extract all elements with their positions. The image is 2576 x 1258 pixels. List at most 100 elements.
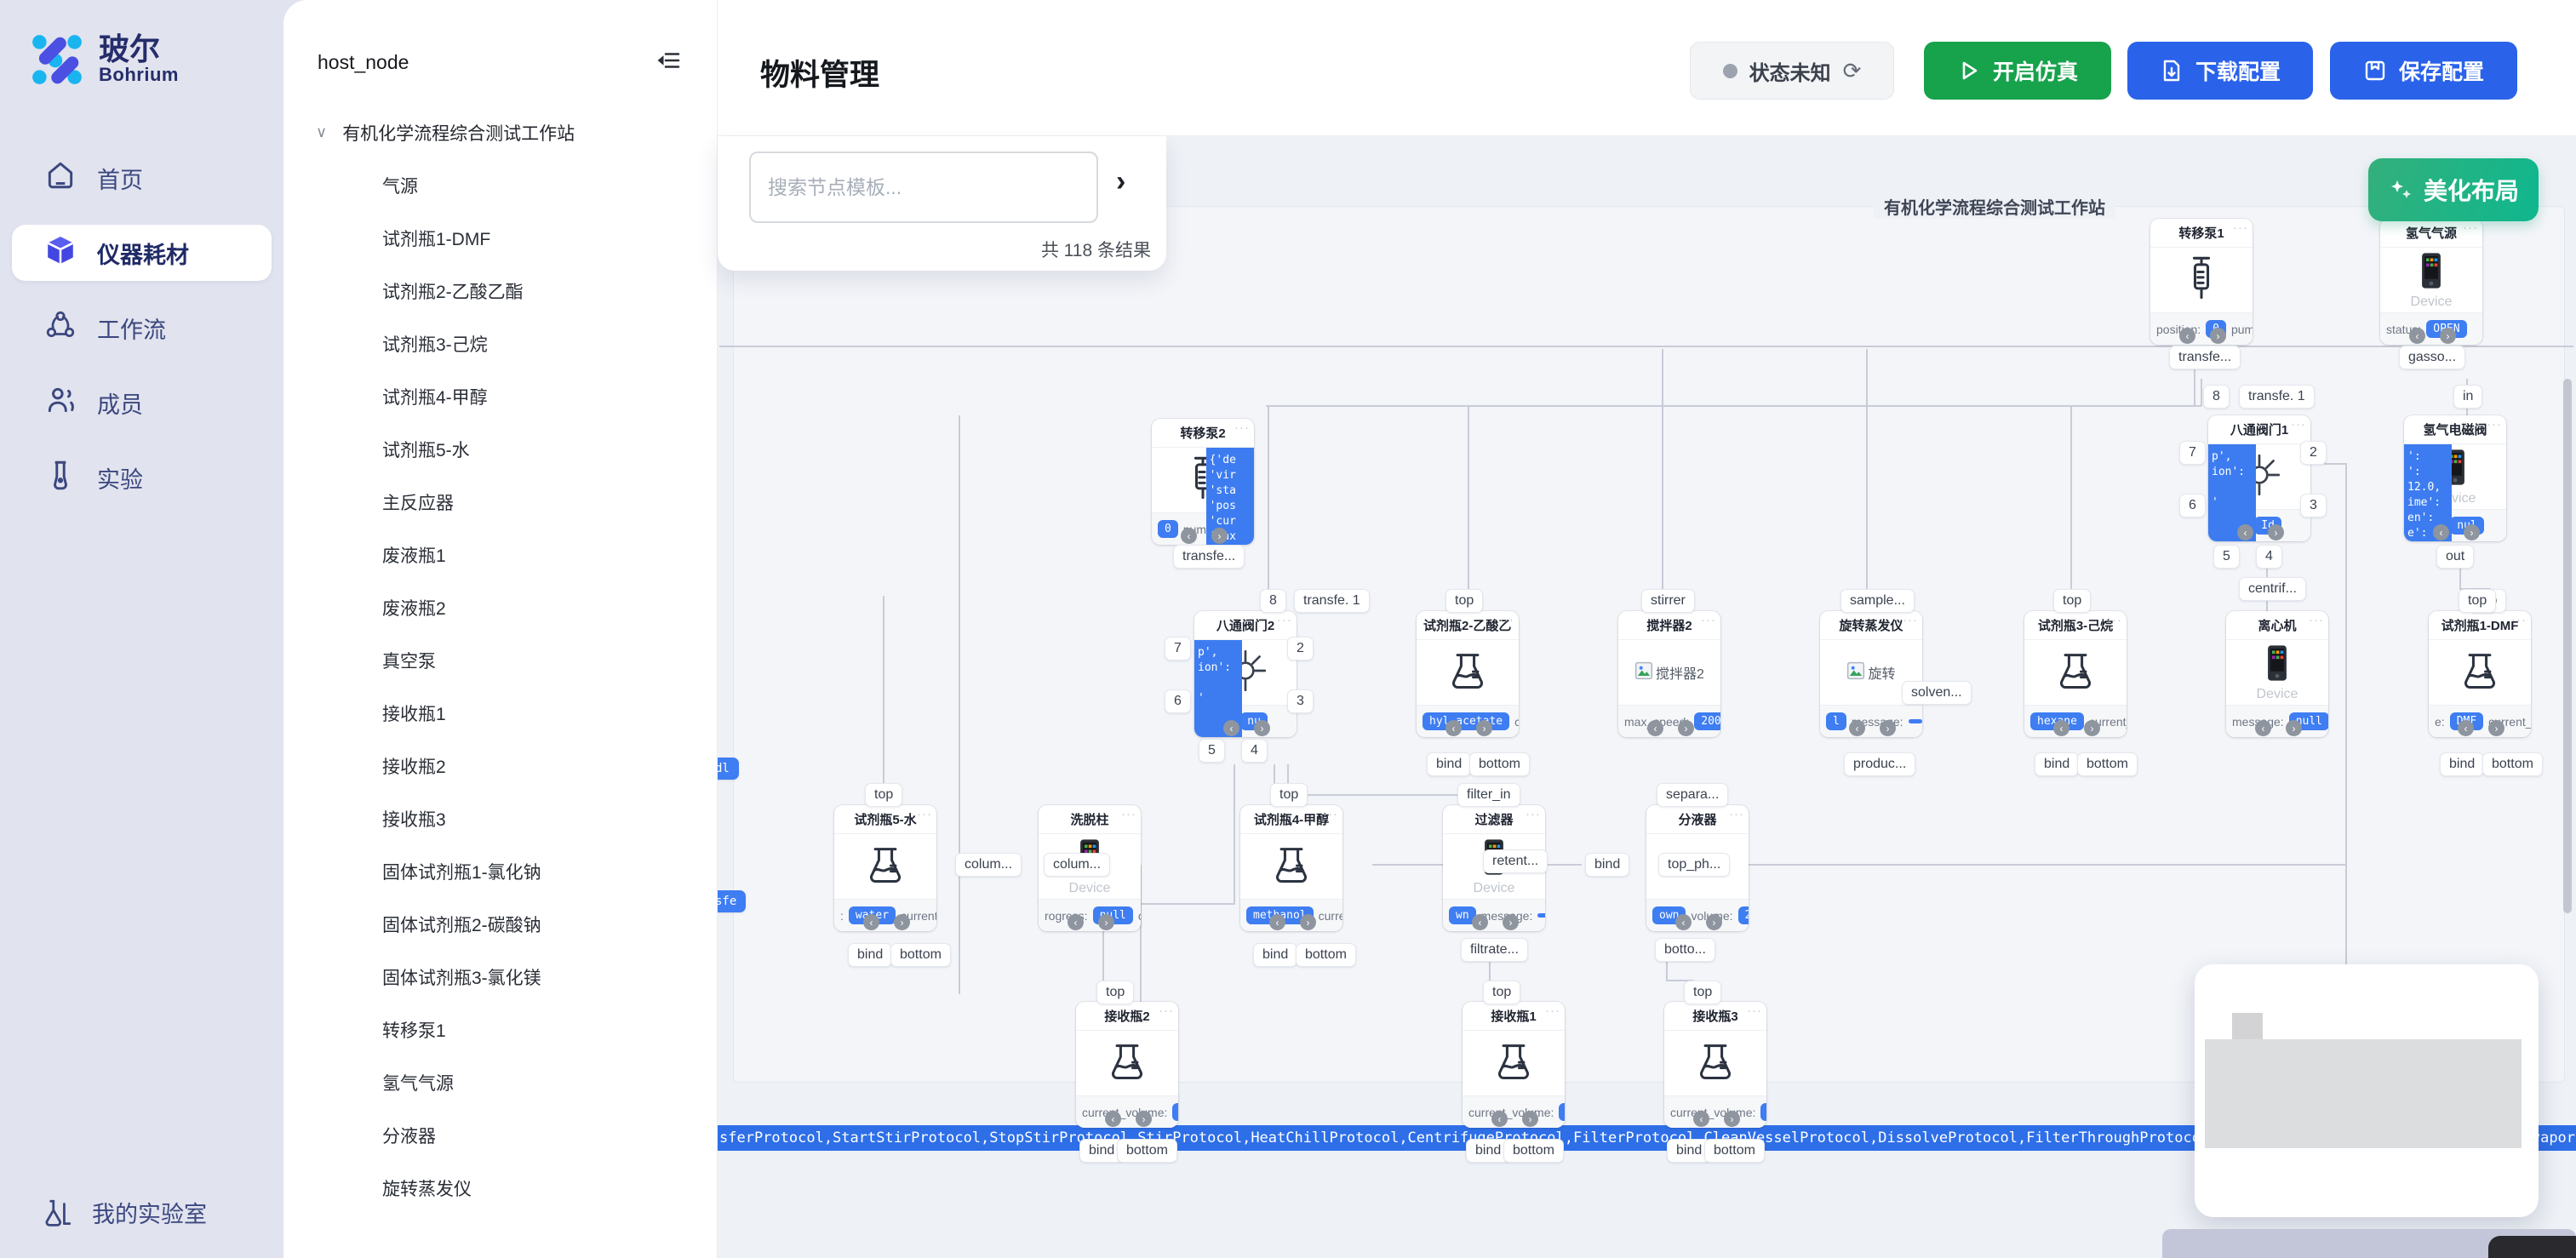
port-label-chip[interactable]: top xyxy=(2459,589,2496,613)
node-menu-icon[interactable]: ··· xyxy=(2487,417,2502,432)
sidebar-item-首页[interactable]: 首页 xyxy=(12,150,272,206)
port-handle-icon[interactable]: ‹ xyxy=(1181,528,1197,544)
port-handle-icon[interactable]: › xyxy=(894,914,910,930)
port-label-chip[interactable]: bind xyxy=(2440,752,2484,776)
tree-item[interactable]: 主反应器 xyxy=(283,476,717,529)
port-handle-icon[interactable]: ‹ xyxy=(2053,720,2069,736)
port-label-chip[interactable]: separa... xyxy=(1657,783,1728,807)
flow-node-氢气气源[interactable]: 氢气气源···Devicestatus:OPEN‹› xyxy=(2380,219,2482,345)
tree-item[interactable]: 氢气气源 xyxy=(283,1056,717,1109)
node-menu-icon[interactable]: ··· xyxy=(2233,220,2248,235)
node-menu-icon[interactable]: ··· xyxy=(1159,1004,1174,1018)
node-menu-icon[interactable]: ··· xyxy=(2511,613,2527,627)
chevron-right-icon[interactable]: › xyxy=(1116,167,1125,196)
port-label-chip[interactable]: dl xyxy=(718,758,739,780)
node-param-value[interactable]: 0 xyxy=(1158,520,1178,538)
flow-canvas[interactable]: 有机化学流程综合测试工作站 xyxy=(718,136,2576,1258)
port-label-chip[interactable]: 4 xyxy=(2256,545,2282,569)
save-config-button[interactable]: 保存配置 xyxy=(2330,42,2517,100)
port-label-chip[interactable]: bind xyxy=(1427,752,1471,776)
port-label-chip[interactable]: 3 xyxy=(1287,689,1314,713)
port-label-chip[interactable]: centrif... xyxy=(2239,577,2306,601)
flow-node-试剂瓶1-DMF[interactable]: 试剂瓶1-DMF···e:DMFcurrent_vol‹› xyxy=(2429,611,2531,737)
port-handle-icon[interactable]: › xyxy=(2488,720,2504,736)
tree-item[interactable]: 试剂瓶5-水 xyxy=(283,423,717,476)
node-menu-icon[interactable]: ··· xyxy=(2107,613,2122,627)
node-param-value[interactable]: 250 xyxy=(1738,906,1749,924)
start-simulation-button[interactable]: 开启仿真 xyxy=(1924,42,2111,100)
flow-node-旋转蒸发仪[interactable]: 旋转蒸发仪···旋转lmessage:max_‹› xyxy=(1820,611,1922,737)
port-label-chip[interactable]: top xyxy=(865,783,902,807)
port-handle-icon[interactable]: › xyxy=(1678,720,1694,736)
node-menu-icon[interactable]: ··· xyxy=(1323,807,1338,821)
flow-node-氢气电磁阀[interactable]: 氢气电磁阀···Devicestatus:nul': ': 12.0, ime'… xyxy=(2404,415,2506,541)
collapse-panel-icon[interactable] xyxy=(657,48,683,77)
port-label-chip[interactable]: 4 xyxy=(1241,739,1268,763)
vertical-scrollbar[interactable] xyxy=(2563,379,2572,913)
port-handle-icon[interactable]: › xyxy=(2286,720,2302,736)
port-handle-icon[interactable]: › xyxy=(1300,914,1316,930)
node-menu-icon[interactable]: ··· xyxy=(1234,420,1250,435)
port-handle-icon[interactable]: ‹ xyxy=(1472,914,1488,930)
port-handle-icon[interactable]: ‹ xyxy=(2237,524,2253,540)
beautify-layout-button[interactable]: 美化布局 xyxy=(2368,158,2539,221)
port-label-chip[interactable]: stirrer xyxy=(1641,589,1695,613)
port-label-chip[interactable]: top xyxy=(1096,981,1134,1004)
port-handle-icon[interactable]: › xyxy=(1522,1111,1538,1127)
port-handle-icon[interactable]: › xyxy=(1706,914,1722,930)
port-label-chip[interactable]: filtrate... xyxy=(1461,938,1528,962)
sidebar-item-仪器耗材[interactable]: 仪器耗材 xyxy=(12,225,272,281)
tree-item[interactable]: 试剂瓶4-甲醇 xyxy=(283,370,717,423)
flow-node-试剂瓶5-水[interactable]: 试剂瓶5-水···:watercurrent_v‹› xyxy=(834,805,936,931)
port-label-chip[interactable]: sfe xyxy=(718,890,746,912)
tree-item[interactable]: 废液瓶1 xyxy=(283,529,717,581)
port-handle-icon[interactable]: › xyxy=(1211,528,1228,544)
tree-item[interactable]: 分液器 xyxy=(283,1109,717,1162)
node-menu-icon[interactable]: ··· xyxy=(1545,1004,1560,1018)
node-param-value[interactable]: l xyxy=(1826,712,1846,730)
flow-node-接收瓶3[interactable]: 接收瓶3···current_volume:0‹› xyxy=(1664,1002,1766,1128)
tree-item[interactable]: 接收瓶1 xyxy=(283,687,717,740)
port-handle-icon[interactable]: ‹ xyxy=(1223,720,1239,736)
tree-item[interactable]: 固体试剂瓶3-氯化镁 xyxy=(283,951,717,1004)
port-handle-icon[interactable]: › xyxy=(2084,720,2100,736)
port-label-chip[interactable]: 5 xyxy=(2213,545,2240,569)
port-label-chip[interactable]: bottom xyxy=(1503,1139,1564,1163)
port-handle-icon[interactable]: ‹ xyxy=(1445,720,1462,736)
port-handle-icon[interactable]: › xyxy=(2268,524,2284,540)
tree-item[interactable]: 真空泵 xyxy=(283,634,717,687)
port-label-chip[interactable]: bind xyxy=(1585,853,1629,877)
port-label-chip[interactable]: 2 xyxy=(1287,637,1314,660)
node-menu-icon[interactable]: ··· xyxy=(1121,807,1136,821)
port-handle-icon[interactable]: ‹ xyxy=(2458,720,2474,736)
status-badge[interactable]: 状态未知 ⟳ xyxy=(1690,42,1894,100)
node-menu-icon[interactable]: ··· xyxy=(2291,417,2306,432)
port-handle-icon[interactable]: ‹ xyxy=(1068,914,1084,930)
port-label-chip[interactable]: transfe. 1 xyxy=(2239,385,2315,409)
port-label-chip[interactable]: 3 xyxy=(2300,494,2327,517)
port-label-chip[interactable]: retent... xyxy=(1483,849,1548,873)
port-handle-icon[interactable]: ‹ xyxy=(1693,1111,1709,1127)
sidebar-item-实验[interactable]: 实验 xyxy=(12,449,272,506)
port-label-chip[interactable]: transfe. 1 xyxy=(1294,589,1370,613)
port-handle-icon[interactable]: › xyxy=(1476,720,1492,736)
tree-item[interactable]: 试剂瓶3-己烷 xyxy=(283,317,717,370)
flow-node-接收瓶1[interactable]: 接收瓶1···current_volume:0‹› xyxy=(1463,1002,1565,1128)
flow-node-离心机[interactable]: 离心机···Devicemessage:nullma‹› xyxy=(2226,611,2328,737)
port-label-chip[interactable]: top xyxy=(2053,589,2091,613)
port-handle-icon[interactable]: ‹ xyxy=(1491,1111,1508,1127)
port-label-chip[interactable]: bottom xyxy=(1117,1139,1177,1163)
port-handle-icon[interactable]: ‹ xyxy=(2409,328,2425,344)
tree-item[interactable]: 气源 xyxy=(283,159,717,212)
flow-node-搅拌器2[interactable]: 搅拌器2···搅拌器2max_speed:2000‹› xyxy=(1618,611,1720,737)
sidebar-item-my-lab[interactable]: 我的实验室 xyxy=(41,1196,207,1229)
port-label-chip[interactable]: 5 xyxy=(1199,739,1225,763)
refresh-icon[interactable]: ⟳ xyxy=(1843,58,1862,84)
port-handle-icon[interactable]: › xyxy=(2464,524,2480,540)
flow-node-转移泵1[interactable]: 转移泵1···position:0pump‹› xyxy=(2150,219,2253,345)
port-handle-icon[interactable]: › xyxy=(1254,720,1270,736)
node-param-value[interactable]: 0 xyxy=(1172,1103,1178,1121)
port-label-chip[interactable]: 6 xyxy=(2179,494,2206,517)
port-label-chip[interactable]: top xyxy=(1684,981,1721,1004)
port-label-chip[interactable]: 6 xyxy=(1165,689,1191,713)
